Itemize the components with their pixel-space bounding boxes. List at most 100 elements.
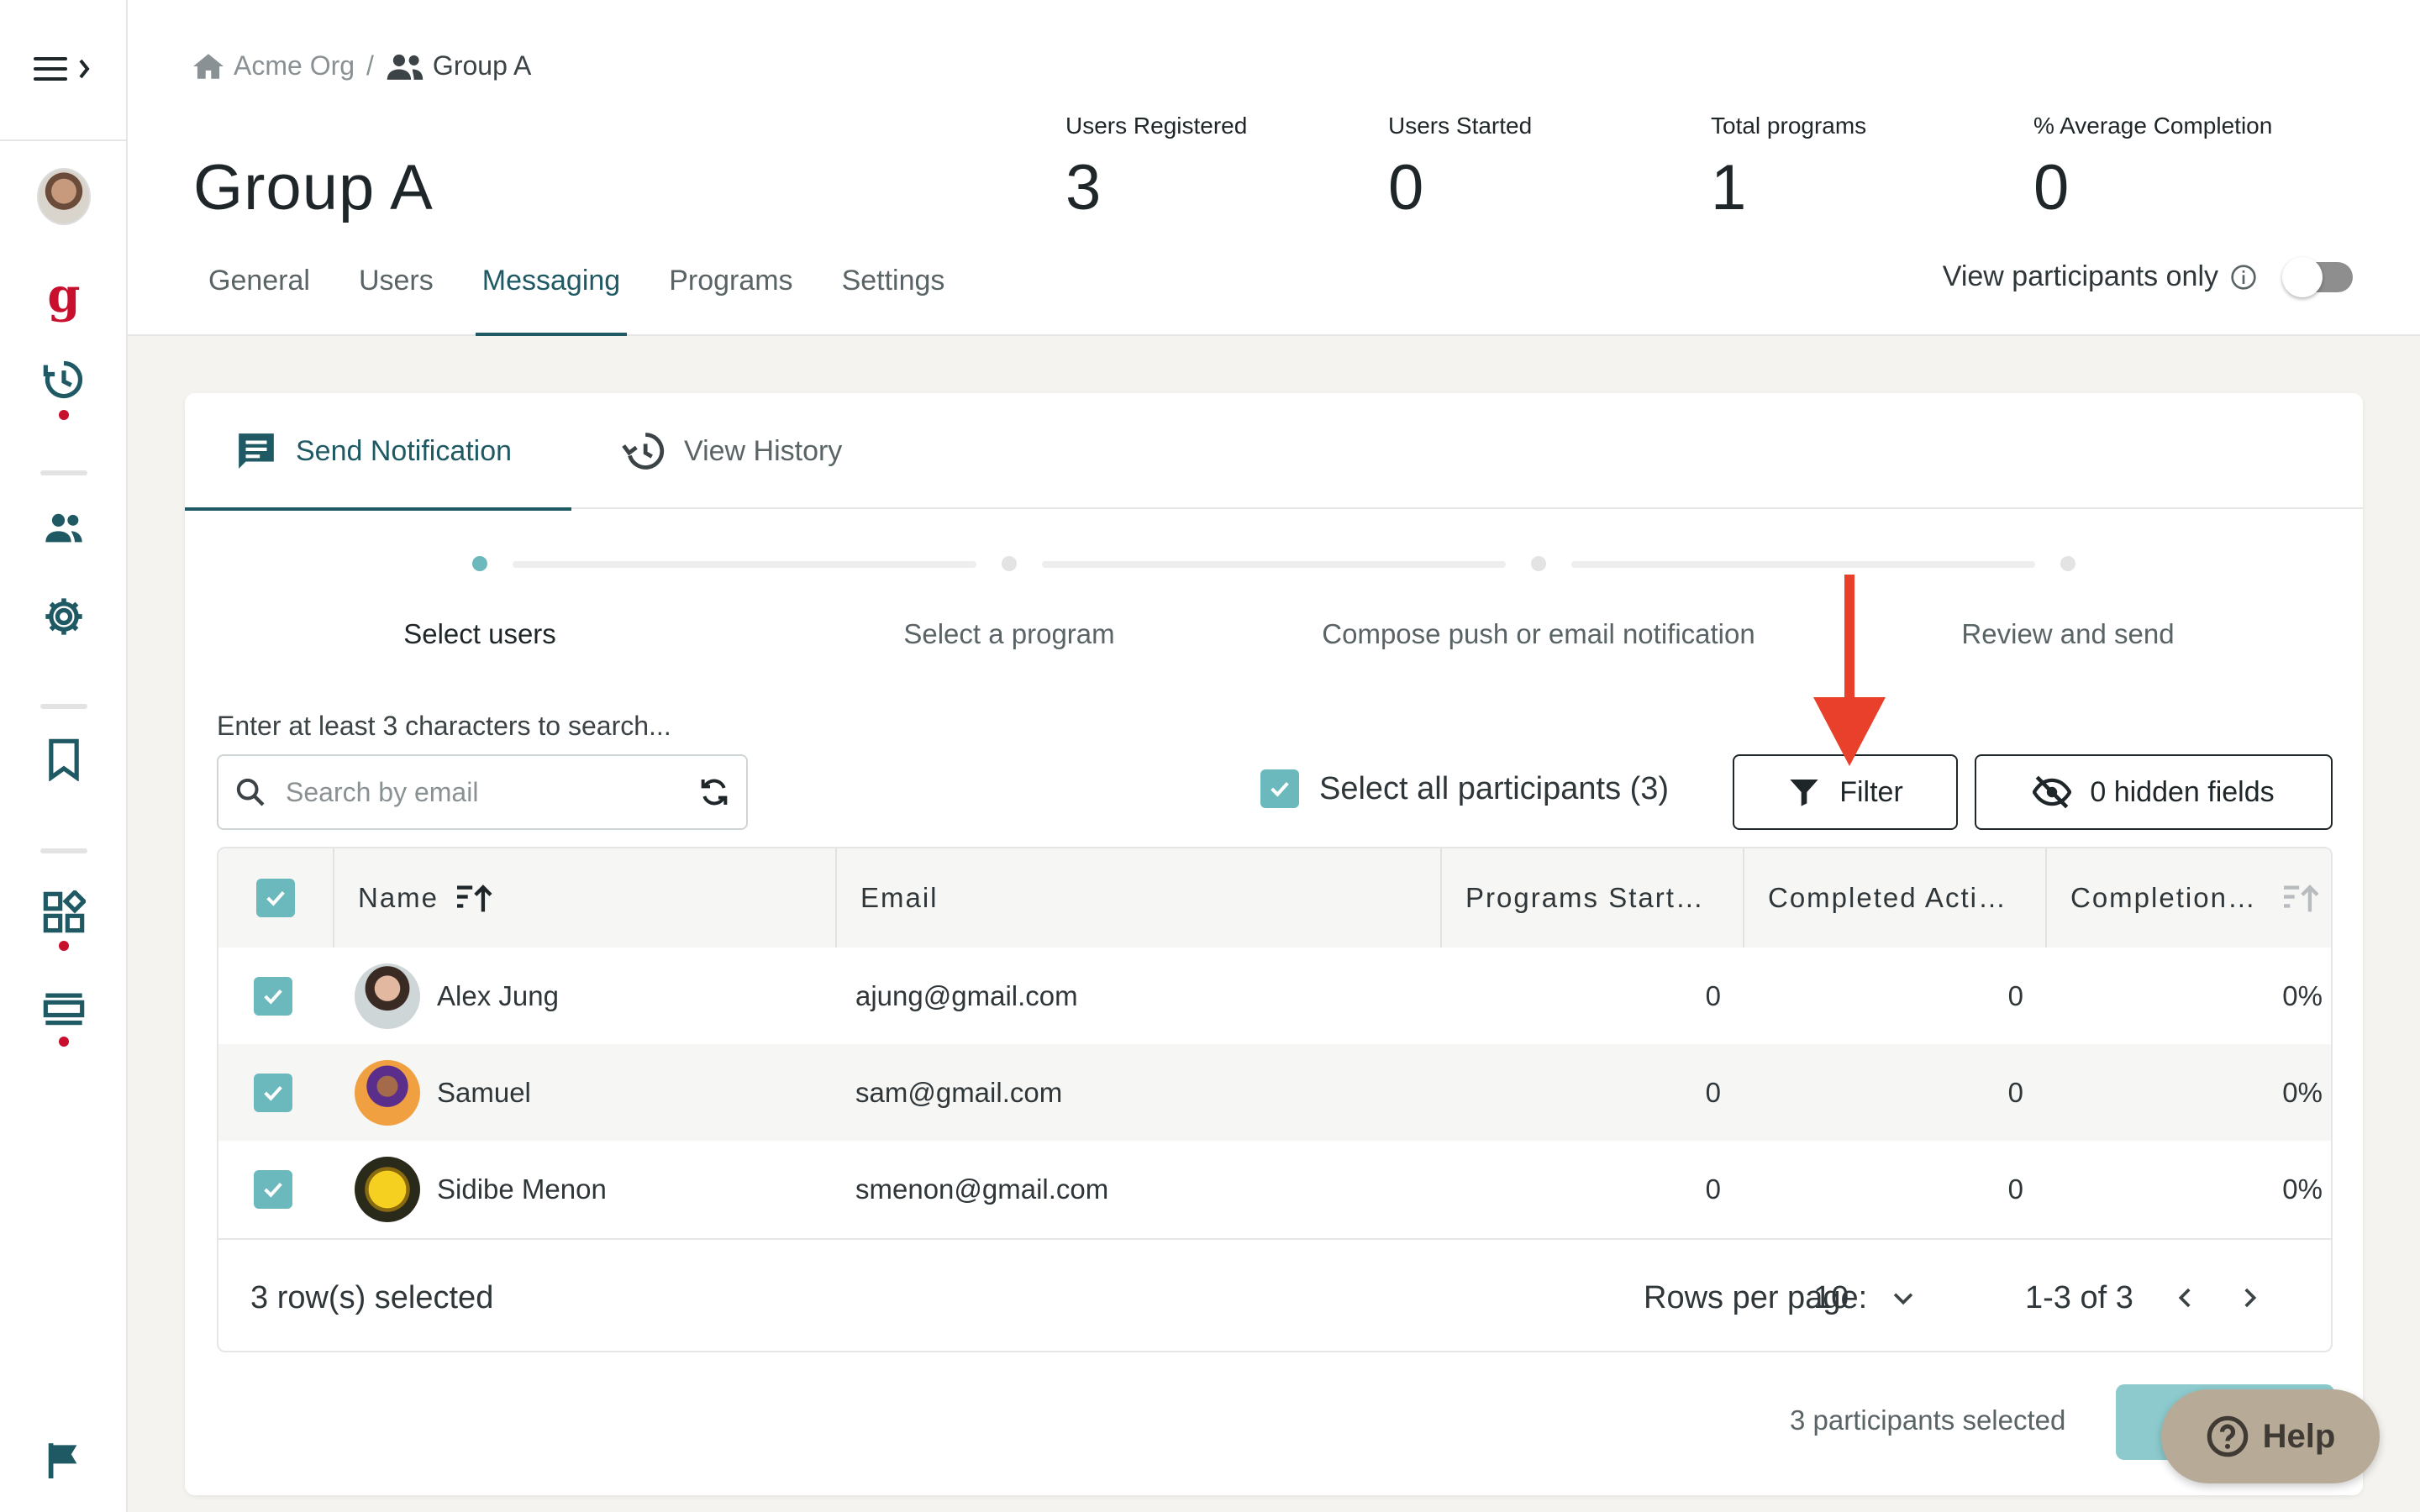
help-button[interactable]: Help: [2161, 1389, 2380, 1483]
user-cell: Samuel: [355, 1044, 531, 1141]
history-icon[interactable]: [37, 353, 91, 407]
tab-send-notification[interactable]: Send Notification: [185, 393, 571, 511]
rows-per-page-value: 10: [1813, 1279, 1849, 1315]
programs-started-value: 0: [1705, 979, 1721, 1011]
sidebar-divider: [0, 139, 128, 141]
table-row[interactable]: Alex Jung ajung@gmail.com 0 0 0%: [218, 948, 2331, 1044]
breadcrumb-group: Group A: [432, 50, 532, 81]
completion-value: 0%: [2282, 979, 2323, 1011]
eye-off-icon: [2033, 775, 2072, 809]
hidden-fields-label: 0 hidden fields: [2090, 775, 2275, 808]
column-name-label: Name: [358, 882, 439, 913]
stat-average-completion: % Average Completion 0: [2033, 113, 2272, 224]
step-dot-1: [472, 556, 487, 571]
select-all-checkbox[interactable]: [1260, 769, 1299, 808]
user-name: Samuel: [437, 1076, 531, 1108]
header-checkbox[interactable]: [256, 879, 295, 917]
tab-view-history-label: View History: [684, 434, 843, 467]
table-footer: 3 row(s) selected Rows per page: 10 1-3 …: [218, 1238, 2331, 1351]
view-participants-toggle[interactable]: [2282, 256, 2353, 297]
users-icon[interactable]: [37, 501, 91, 554]
participants-table: Name Email Programs Start… Completed Act…: [217, 847, 2333, 1352]
avatar: [355, 1156, 420, 1222]
row-checkbox[interactable]: [254, 1141, 292, 1237]
history-icon: [622, 429, 666, 473]
tab-users[interactable]: Users: [352, 260, 440, 336]
avatar: [355, 1059, 420, 1126]
help-label: Help: [2262, 1417, 2336, 1455]
tab-programs[interactable]: Programs: [662, 260, 799, 336]
stat-users-started: Users Started 0: [1388, 113, 1532, 224]
step-label-compose: Compose push or email notification: [1322, 618, 1755, 649]
card-tabs: Send Notification View History: [185, 393, 2363, 511]
tab-general[interactable]: General: [202, 260, 317, 336]
sidebar: g: [0, 0, 128, 1512]
user-email: sam@gmail.com: [855, 1076, 1063, 1108]
question-icon: [2206, 1415, 2249, 1458]
filter-label: Filter: [1839, 775, 1903, 808]
sort-icon[interactable]: [2282, 881, 2319, 915]
table-row[interactable]: Sidibe Menon smenon@gmail.com 0 0 0%: [218, 1141, 2331, 1237]
programs-started-value: 0: [1705, 1076, 1721, 1108]
column-email[interactable]: Email: [835, 848, 1440, 948]
apps-icon[interactable]: [37, 885, 91, 939]
table-row[interactable]: Samuel sam@gmail.com 0 0 0%: [218, 1044, 2331, 1141]
column-name[interactable]: Name: [333, 848, 835, 948]
page-title: Group A: [193, 152, 434, 223]
table-header: Name Email Programs Start… Completed Act…: [218, 848, 2331, 948]
sidebar-separator: [40, 470, 87, 475]
filter-icon: [1787, 775, 1821, 809]
tab-messaging[interactable]: Messaging: [475, 260, 628, 336]
completed-value: 0: [2007, 979, 2023, 1011]
step-dot-2: [1002, 556, 1017, 571]
rows-per-page-select[interactable]: 10: [1813, 1240, 1918, 1351]
select-all-label: Select all participants (3): [1319, 770, 1670, 806]
stat-total-programs: Total programs 1: [1711, 113, 1866, 224]
breadcrumb: Acme Org / Group A: [192, 50, 531, 81]
search-input[interactable]: [286, 776, 697, 808]
bookmark-icon[interactable]: [37, 732, 91, 786]
g-logo[interactable]: g: [37, 269, 91, 323]
row-checkbox[interactable]: [254, 1044, 292, 1141]
column-completion-label: Completion…: [2070, 882, 2257, 913]
sort-ascending-icon[interactable]: [455, 881, 492, 915]
select-all-participants[interactable]: Select all participants (3): [1260, 769, 1669, 808]
column-completed-activities[interactable]: Completed Acti…: [1743, 848, 2045, 948]
flag-icon[interactable]: [37, 1433, 91, 1487]
next-page-icon[interactable]: [2235, 1240, 2264, 1351]
tab-settings[interactable]: Settings: [835, 260, 952, 336]
prev-page-icon[interactable]: [2171, 1240, 2200, 1351]
user-name: Alex Jung: [437, 979, 559, 1011]
row-checkbox[interactable]: [254, 948, 292, 1044]
breadcrumb-separator: /: [366, 50, 374, 81]
stat-label: % Average Completion: [2033, 113, 2273, 139]
tab-view-history[interactable]: View History: [622, 393, 842, 509]
notification-dot: [59, 941, 69, 951]
home-icon[interactable]: [192, 51, 225, 81]
view-participants-control: View participants only: [1943, 256, 2353, 297]
search-field: [217, 754, 748, 830]
notification-dot: [59, 410, 69, 420]
chevron-down-icon: [1889, 1284, 1918, 1312]
column-programs-started[interactable]: Programs Start…: [1440, 848, 1743, 948]
avatar[interactable]: [37, 168, 91, 225]
step-dot-4: [2060, 556, 2075, 571]
column-completion[interactable]: Completion…: [2045, 848, 2331, 948]
user-email: smenon@gmail.com: [855, 1173, 1109, 1205]
completion-value: 0%: [2282, 1076, 2323, 1108]
info-icon[interactable]: [2230, 264, 2257, 291]
breadcrumb-org[interactable]: Acme Org: [234, 50, 355, 81]
avatar: [355, 963, 420, 1029]
list-icon[interactable]: [37, 983, 91, 1037]
hidden-fields-button[interactable]: 0 hidden fields: [1975, 754, 2333, 830]
gear-icon[interactable]: [37, 590, 91, 643]
step-label-select-program: Select a program: [903, 618, 1115, 649]
participants-selected-text: 3 participants selected: [1790, 1404, 2066, 1436]
menu-expand-icon[interactable]: [32, 50, 99, 87]
header-checkbox-cell: [218, 848, 333, 948]
programs-started-value: 0: [1705, 1173, 1721, 1205]
refresh-icon[interactable]: [697, 775, 731, 809]
user-cell: Sidibe Menon: [355, 1141, 607, 1237]
step-connector: [1571, 561, 2035, 568]
stat-label: Total programs: [1711, 113, 1867, 139]
